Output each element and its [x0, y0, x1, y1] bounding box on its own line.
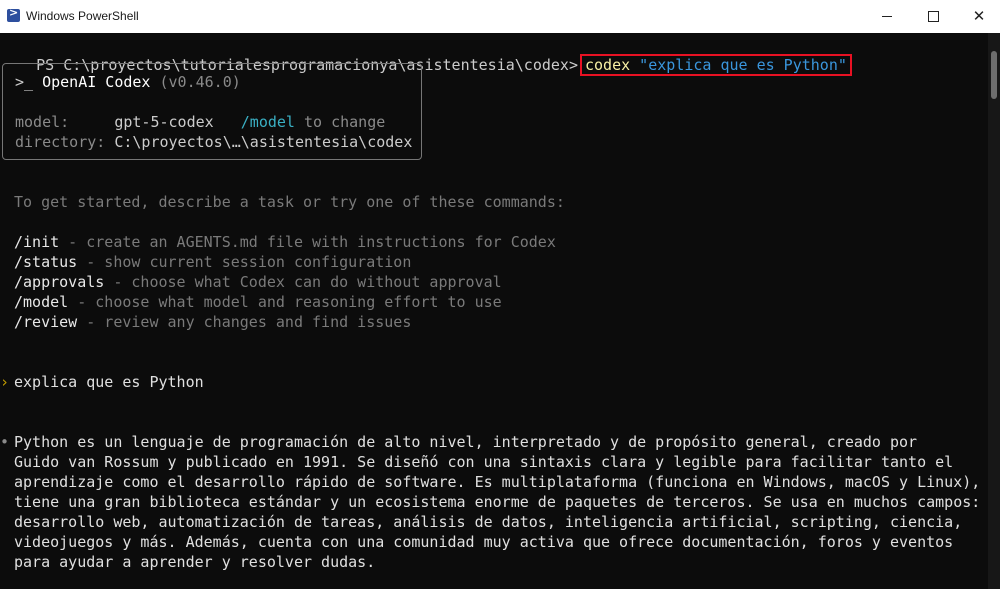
command-item-desc: - show current session configuration: [77, 253, 412, 271]
minimize-icon: [882, 16, 892, 17]
command-item: /status - show current session configura…: [14, 252, 411, 272]
command-item-name: /init: [14, 233, 60, 251]
response-line: para ayudar a aprender y resolver dudas.: [14, 553, 376, 571]
command-argument: "explica que es Python": [639, 56, 847, 74]
command-item: /review - review any changes and find is…: [14, 312, 411, 332]
codex-title: >_ OpenAI Codex (v0.46.0): [15, 73, 241, 91]
command-item-desc: - choose what model and reasoning effort…: [68, 293, 502, 311]
command-item-desc: - review any changes and find issues: [77, 313, 412, 331]
maximize-icon: [927, 11, 939, 22]
model-command: /model: [240, 113, 295, 131]
directory-label: directory:: [15, 133, 106, 151]
intro-text: To get started, describe a task or try o…: [14, 193, 565, 211]
window-title: Windows PowerShell: [26, 9, 139, 23]
response-line: aprendizaje como el desarrollo rápido de…: [14, 473, 981, 491]
response-line: Guido van Rossum y publicado en 1991. Se…: [14, 453, 954, 471]
vertical-scrollbar[interactable]: [988, 33, 1000, 589]
close-icon: ✕: [972, 7, 986, 25]
codex-version: (v0.46.0): [159, 73, 241, 91]
scrollbar-thumb[interactable]: [991, 51, 997, 99]
powershell-icon: [7, 6, 20, 22]
response-line: desarrollo web, automatización de tareas…: [14, 513, 963, 531]
codex-name: OpenAI Codex: [42, 73, 151, 91]
response-line: Python es un lenguaje de programación de…: [14, 433, 918, 451]
codex-info-box: >_ OpenAI Codex (v0.46.0) model: gpt-5-c…: [2, 63, 422, 160]
model-value: gpt-5-codex: [114, 113, 214, 131]
command-item-desc: - create an AGENTS.md file with instruct…: [59, 233, 556, 251]
response-bullet-icon: •: [0, 433, 10, 451]
highlighted-command: codex "explica que es Python": [579, 54, 852, 76]
command-item-name: /status: [14, 253, 78, 271]
minimize-button[interactable]: [864, 0, 910, 33]
command-item: /approvals - choose what Codex can do wi…: [14, 272, 502, 292]
command-item: /model - choose what model and reasoning…: [14, 292, 502, 312]
window-titlebar[interactable]: Windows PowerShell ✕: [0, 0, 1000, 33]
model-label: model:: [15, 113, 70, 131]
response-line: videojuegos y más. Además, cuenta con un…: [14, 533, 954, 551]
directory-value: C:\proyectos\…\asistentesia\codex: [114, 133, 413, 151]
command-item-name: /approvals: [14, 273, 105, 291]
command-item: /init - create an AGENTS.md file with in…: [14, 232, 556, 252]
command-item-name: /model: [14, 293, 69, 311]
close-button[interactable]: ✕: [956, 0, 1000, 33]
user-message-bullet-icon: ›: [0, 373, 10, 391]
terminal-output[interactable]: PS C:\proyectos\tutorialesprogramacionya…: [0, 33, 988, 589]
command-item-name: /review: [14, 313, 78, 331]
command-item-desc: - choose what Codex can do without appro…: [104, 273, 502, 291]
user-message: explica que es Python: [14, 373, 204, 391]
prompt-chevron-icon: >_: [15, 73, 34, 91]
response-line: tiene una gran biblioteca estándar y un …: [14, 493, 981, 511]
directory-row: directory: C:\proyectos\…\asistentesia\c…: [15, 133, 412, 151]
maximize-button[interactable]: [910, 0, 956, 33]
command-name: codex: [584, 56, 631, 74]
model-row: model: gpt-5-codex /model to change: [15, 113, 385, 131]
model-hint: to change: [304, 113, 386, 131]
